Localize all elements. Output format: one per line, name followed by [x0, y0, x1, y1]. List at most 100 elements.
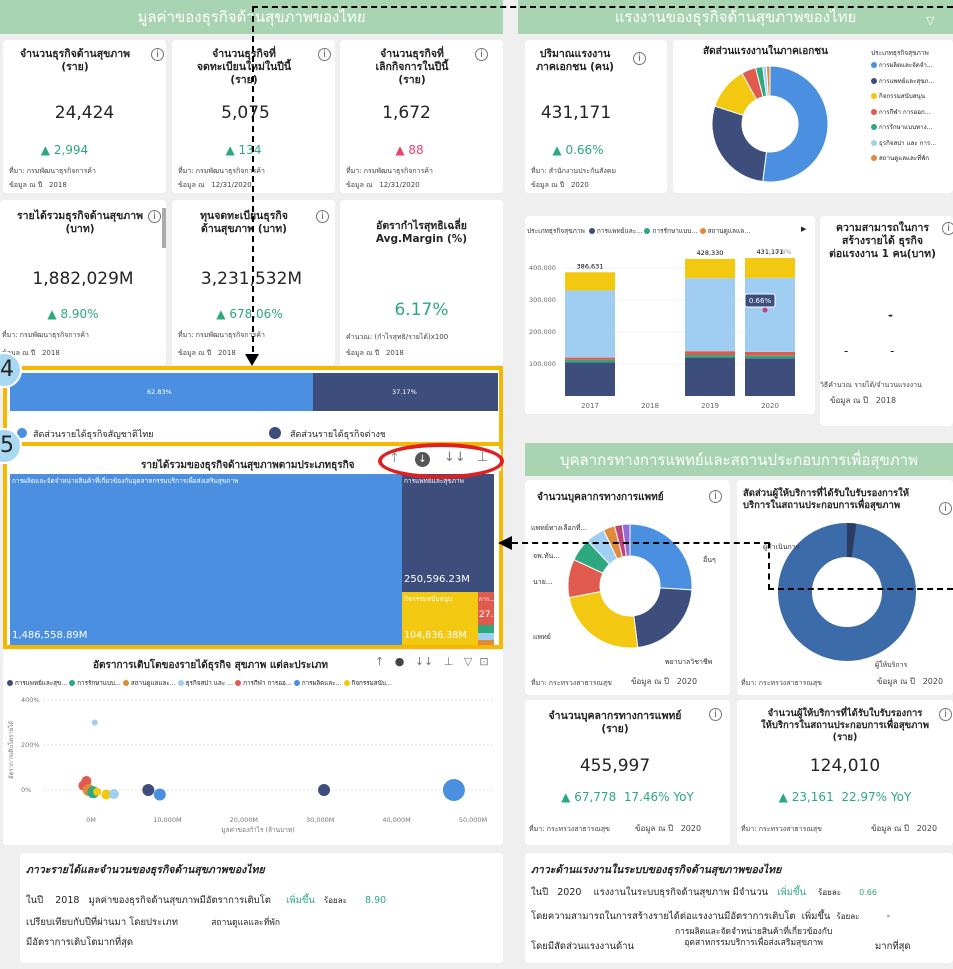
- annotation-line: [252, 6, 953, 8]
- treemap-medical[interactable]: การแพทย์และสุขภาพ 250,596.23M: [402, 474, 494, 592]
- legend-item[interactable]: การรักษาแบบ...: [69, 680, 123, 687]
- bar-segment[interactable]: [685, 258, 735, 279]
- bar-segment[interactable]: [745, 351, 795, 356]
- bar-segment[interactable]: [745, 277, 795, 352]
- legend-dot: [699, 228, 706, 234]
- info-icon[interactable]: i: [939, 708, 952, 721]
- info-icon[interactable]: i: [709, 708, 722, 721]
- legend-item[interactable]: การแพทย์และสุขภ...: [871, 76, 936, 92]
- annotation-line: [768, 588, 953, 590]
- legend-item[interactable]: กิจกรรมสนับสนุน: [871, 91, 936, 107]
- bar-segment[interactable]: [565, 272, 615, 291]
- scatter-point[interactable]: [442, 779, 465, 801]
- legend-item[interactable]: สถานดูแลและที่พัก: [871, 153, 936, 169]
- thai-share-pct: 62.83%: [147, 388, 172, 396]
- treemap-main[interactable]: การผลิตและจัดจำหน่ายสินค้าที่เกี่ยวข้องก…: [10, 474, 402, 645]
- legend-item[interactable]: ธุรกิจสปา และ ...: [177, 680, 235, 687]
- summary-trend: เพิ่มขึ้น: [777, 887, 806, 898]
- treemap-small-value: 27...: [479, 610, 494, 620]
- kpi-title: ความสามารถในการ สร้างรายได้ ธุรกิจ ต่อแร…: [829, 222, 936, 261]
- scatter-point[interactable]: [91, 719, 98, 726]
- bar-segment[interactable]: [685, 278, 735, 352]
- donut-slice[interactable]: [568, 591, 639, 649]
- bar-segment[interactable]: [685, 357, 735, 396]
- bar-segment[interactable]: [745, 258, 795, 278]
- donut-slice[interactable]: [711, 105, 768, 183]
- info-icon[interactable]: i: [148, 210, 161, 223]
- legend-item[interactable]: การผลิตและจัดจำ...: [871, 60, 936, 76]
- bar-segment[interactable]: [565, 290, 615, 358]
- donut-label: แพทย์ทางเลือกที่...: [531, 524, 588, 532]
- kpi-date-label: ข้อมูล ณ: [178, 181, 205, 189]
- drill-up-icon[interactable]: ↑: [375, 655, 384, 668]
- kpi-title: ปริมาณแรงงาน ภาคเอกชน (คน): [536, 48, 614, 74]
- scatter-point[interactable]: [108, 789, 119, 800]
- legend-dot: [871, 93, 877, 99]
- legend-label: การแพทย์และสุขภ...: [879, 77, 935, 85]
- scatter-point[interactable]: [153, 788, 166, 801]
- annotation-line: [768, 542, 770, 590]
- info-icon[interactable]: i: [318, 48, 331, 61]
- bar-segment[interactable]: [685, 355, 735, 358]
- legend-item: การรักษาแบบ...: [652, 227, 698, 235]
- scatter-chart[interactable]: 400% 200% 0% 0M 10,000M 20,000M 30,000M 40,000M…: [3, 690, 503, 845]
- expand-all-icon[interactable]: ⊥: [444, 655, 454, 668]
- focus-mode-icon[interactable]: ⊡: [479, 655, 488, 668]
- info-icon[interactable]: i: [316, 210, 329, 223]
- kpi-date-label: ข้อมูล ณ ปี: [830, 396, 869, 405]
- info-icon[interactable]: i: [633, 52, 646, 65]
- bar-segment[interactable]: [565, 357, 615, 360]
- info-icon[interactable]: i: [709, 490, 722, 503]
- kpi-date: 2020: [916, 824, 938, 833]
- treemap-support[interactable]: กิจกรรมสนับสนุน 104,836.38M: [402, 592, 478, 645]
- scatter-point[interactable]: [318, 784, 331, 796]
- legend-item[interactable]: การกีฬา การออก...: [871, 107, 936, 123]
- info-icon[interactable]: i: [475, 48, 488, 61]
- x-tick-label: 10,000M: [153, 816, 181, 824]
- legend-item[interactable]: การผลิตและ...: [293, 680, 344, 687]
- medical-staff-donut[interactable]: [525, 510, 730, 670]
- filter-icon[interactable]: ▽: [464, 655, 472, 668]
- filter-icon[interactable]: ▽: [926, 14, 934, 27]
- labor-donut-chart[interactable]: [688, 52, 838, 187]
- x-tick-label: 50,000M: [459, 816, 487, 824]
- labor-stacked-bar-chart[interactable]: 400,0000.8%300,0000.7%200,0000.6%100,000…: [525, 238, 815, 414]
- x-tick-label: 40,000M: [382, 816, 410, 824]
- scrollbar[interactable]: [162, 208, 166, 248]
- legend-item: การแพทย์และ...: [596, 227, 643, 235]
- drill-down-icon[interactable]: ●: [395, 655, 405, 668]
- bar-segment[interactable]: [745, 358, 795, 396]
- legend-item[interactable]: การรักษาแบบทาง...: [871, 122, 936, 138]
- scatter-point[interactable]: [93, 787, 102, 796]
- legend-dot: [177, 680, 184, 686]
- treemap-lightblue[interactable]: [478, 633, 494, 640]
- legend-item[interactable]: สถานดูแลและ...: [122, 680, 178, 687]
- info-icon[interactable]: i: [151, 48, 164, 61]
- x-tick-label: 2017: [581, 402, 599, 410]
- bar-segment[interactable]: [565, 359, 615, 363]
- scatter-point[interactable]: [142, 784, 155, 796]
- legend-item[interactable]: ธุรกิจสปา และ การ...: [871, 138, 936, 154]
- income-summary-card: ภาวะรายได้และจำนวนของธุรกิจด้านสุขภาพของ…: [20, 853, 503, 963]
- kpi-provider-card: จำนวนผู้ให้บริการที่ได้รับใบรับรองการ ให…: [737, 700, 953, 845]
- legend-item[interactable]: กิจกรรมสนับ...: [343, 680, 392, 687]
- treemap-green[interactable]: [478, 625, 494, 633]
- scatter-legend: การแพทย์และสุข... การรักษาแบบ... สถานดูแ…: [7, 678, 392, 688]
- treemap-orange[interactable]: [478, 640, 494, 645]
- donut-slice[interactable]: [633, 587, 693, 649]
- donut-slice[interactable]: [762, 65, 829, 183]
- summary-text: โดยมีสัดส่วนแรงงานด้าน: [531, 941, 635, 952]
- legend-next-icon[interactable]: ▶: [801, 225, 806, 233]
- info-icon[interactable]: i: [942, 222, 953, 235]
- annotation-line: [252, 6, 254, 362]
- info-icon[interactable]: i: [939, 502, 952, 515]
- bar-segment[interactable]: [685, 351, 735, 356]
- treemap-small[interactable]: การ... 27...: [478, 592, 494, 625]
- summary-value: -: [886, 911, 891, 922]
- donut-slice[interactable]: [629, 523, 693, 591]
- expand-next-level-icon[interactable]: ↓↓: [415, 655, 433, 668]
- bar-segment[interactable]: [565, 362, 615, 396]
- legend-item[interactable]: การแพทย์และสุข...: [7, 680, 69, 687]
- legend-item[interactable]: การกีฬา การออ...: [235, 680, 294, 687]
- bar-segment[interactable]: [745, 355, 795, 359]
